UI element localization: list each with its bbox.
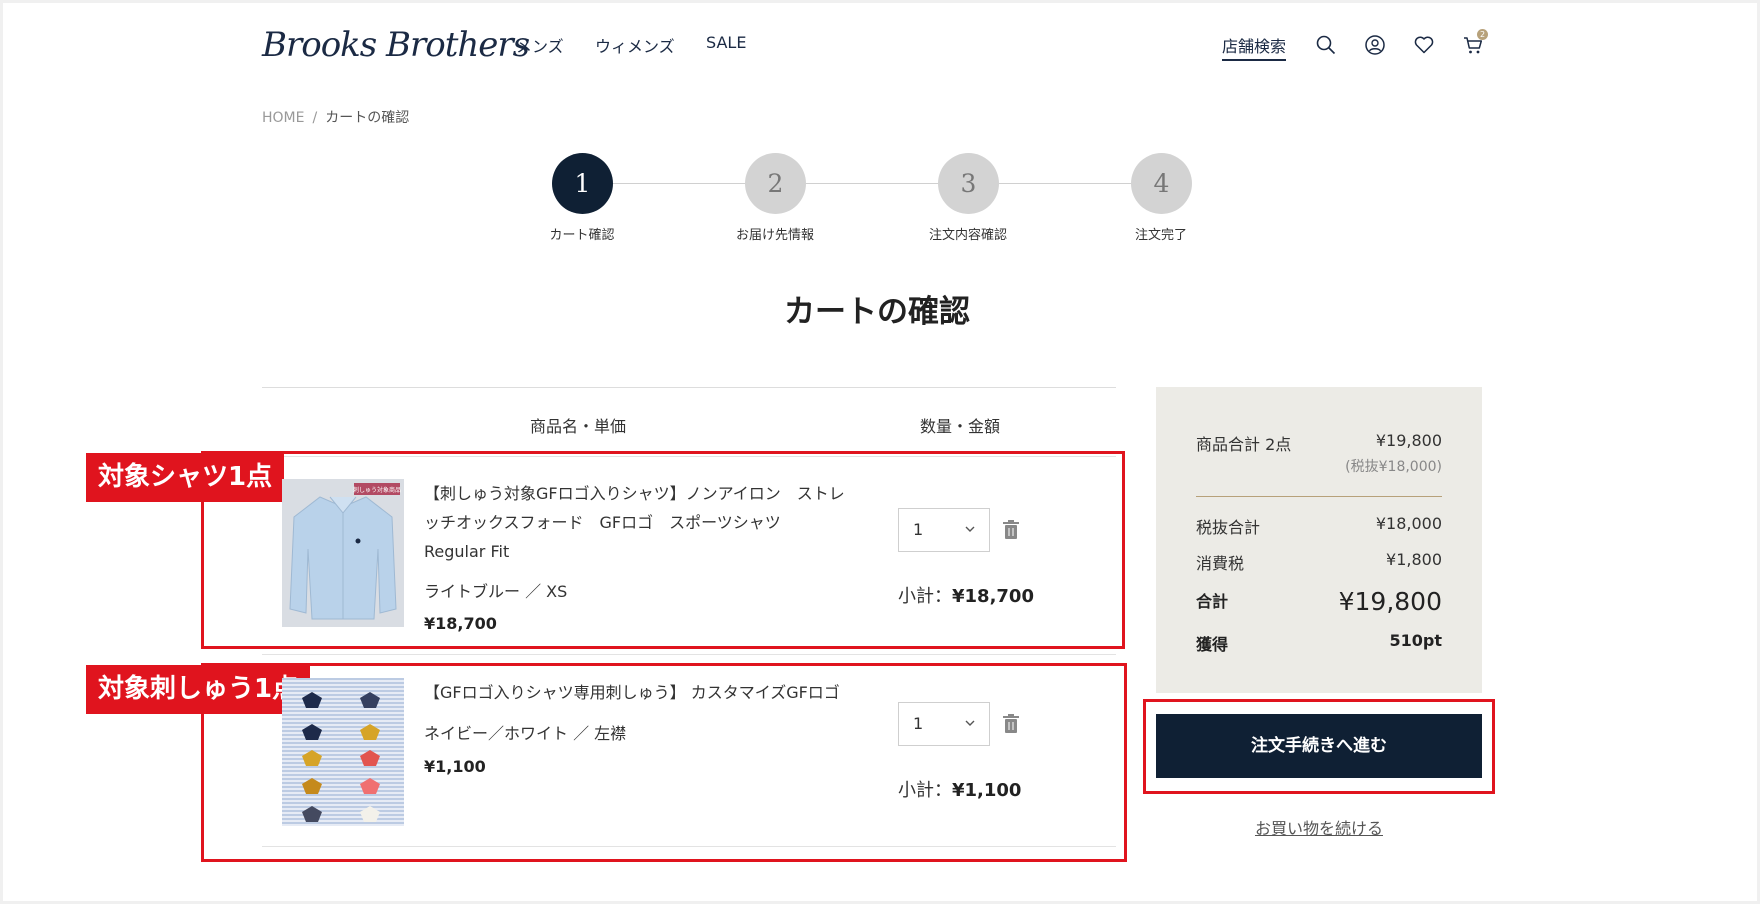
table-top-border: [262, 387, 1116, 388]
summary-items-row: 商品合計 2点 ¥19,800: [1196, 431, 1442, 455]
summary-items-label: 商品合計 2点: [1196, 435, 1292, 454]
breadcrumb-separator: /: [312, 110, 318, 126]
step-2-circle: 2: [745, 153, 806, 214]
brand-logo[interactable]: Brooks Brothers: [262, 22, 530, 68]
column-header-product: 商品名・単価: [530, 417, 627, 436]
summary-points-label: 獲得: [1196, 635, 1229, 654]
thumb-embroidery-tag: 刺しゅう対象商品: [353, 486, 401, 494]
trash-icon[interactable]: [1001, 519, 1021, 541]
product-price-2: ¥1,100: [424, 757, 486, 776]
product-price-1: ¥18,700: [424, 614, 497, 633]
product-name-line: 【GFロゴ入りシャツ専用刺しゅう】 カスタマイズGFロゴ: [424, 683, 840, 702]
summary-tax-note: (税抜¥18,000): [1345, 459, 1442, 475]
product-name-1[interactable]: 【刺しゅう対象GFロゴ入りシャツ】ノンアイロン ストレ ッチオックスフォード G…: [424, 479, 864, 566]
summary-pretax-row: 税抜合計 ¥18,000: [1196, 514, 1442, 538]
summary-points-row: 獲得 510pt: [1196, 631, 1442, 655]
step-progress-line: [582, 183, 1162, 184]
product-name-line: 【刺しゅう対象GFロゴ入りシャツ】ノンアイロン ストレ: [424, 484, 845, 503]
summary-points-value: 510pt: [1389, 631, 1443, 650]
subtotal-label: 小計：: [898, 586, 952, 607]
breadcrumb: HOME / カートの確認: [262, 107, 409, 127]
subtotal-1: 小計：¥18,700: [898, 582, 1034, 608]
subtotal-value: ¥18,700: [952, 586, 1034, 607]
heart-icon[interactable]: [1413, 34, 1435, 56]
summary-tax-value: ¥1,800: [1386, 550, 1442, 569]
summary-pretax-label: 税抜合計: [1196, 518, 1261, 537]
nav-sale[interactable]: SALE: [706, 33, 746, 52]
product-name-line: Regular Fit: [424, 542, 510, 561]
product-name-line: ッチオックスフォード GFロゴ スポーツシャツ: [424, 513, 781, 532]
quantity-value: 1: [913, 714, 924, 733]
subtotal-label: 小計：: [898, 780, 952, 801]
step-3-circle: 3: [938, 153, 999, 214]
annotation-label-item-2: 対象刺しゅう1点: [86, 665, 311, 714]
quantity-select-1[interactable]: 1: [898, 508, 990, 552]
trash-icon[interactable]: [1001, 713, 1021, 735]
product-name-2[interactable]: 【GFロゴ入りシャツ専用刺しゅう】 カスタマイズGFロゴ: [424, 678, 864, 707]
chevron-down-icon: [965, 720, 975, 726]
summary-tax-row: 消費税 ¥1,800: [1196, 550, 1442, 574]
summary-total-value: ¥19,800: [1338, 587, 1442, 616]
search-icon[interactable]: [1315, 34, 1337, 56]
summary-total-label: 合計: [1196, 592, 1229, 611]
account-icon[interactable]: [1364, 34, 1386, 56]
cart-count-badge: 2: [1477, 29, 1488, 40]
summary-tax-label: 消費税: [1196, 554, 1245, 573]
step-1-label: カート確認: [549, 228, 615, 243]
summary-divider: [1196, 496, 1442, 497]
summary-items-value: ¥19,800: [1375, 431, 1442, 450]
step-4-circle: 4: [1131, 153, 1192, 214]
store-search-link[interactable]: 店舗検索: [1222, 33, 1287, 61]
column-header-quantity: 数量・金額: [920, 417, 1001, 436]
quantity-select-2[interactable]: 1: [898, 702, 990, 746]
product-image-embroidery[interactable]: [282, 678, 404, 826]
breadcrumb-home[interactable]: HOME: [262, 110, 304, 126]
summary-pretax-value: ¥18,000: [1375, 514, 1442, 533]
subtotal-value: ¥1,100: [952, 780, 1022, 801]
breadcrumb-current: カートの確認: [325, 110, 410, 126]
row-divider: [262, 654, 1116, 655]
product-image-shirt[interactable]: 刺しゅう対象商品: [282, 479, 404, 627]
product-variant-1: ライトブルー ／ XS: [424, 582, 568, 601]
step-2-label: お届け先情報: [735, 228, 814, 243]
order-summary: 商品合計 2点 ¥19,800 (税抜¥18,000) 税抜合計 ¥18,000…: [1156, 387, 1482, 693]
subtotal-2: 小計：¥1,100: [898, 776, 1021, 802]
step-3-label: 注文内容確認: [928, 228, 1007, 243]
page-title: カートの確認: [784, 294, 970, 330]
nav-mens[interactable]: メンズ: [516, 33, 564, 57]
step-1-circle: 1: [552, 153, 613, 214]
summary-total-row: 合計 ¥19,800: [1196, 587, 1442, 616]
annotation-label-item-1: 対象シャツ1点: [86, 453, 285, 502]
nav-womens[interactable]: ウィメンズ: [595, 33, 675, 57]
product-variant-2: ネイビー／ホワイト ／ 左襟: [424, 724, 627, 743]
step-4-label: 注文完了: [1134, 228, 1187, 243]
quantity-value: 1: [913, 520, 924, 539]
chevron-down-icon: [965, 526, 975, 532]
continue-shopping-link[interactable]: お買い物を続ける: [1156, 815, 1482, 839]
checkout-button[interactable]: 注文手続きへ進む: [1156, 714, 1482, 778]
